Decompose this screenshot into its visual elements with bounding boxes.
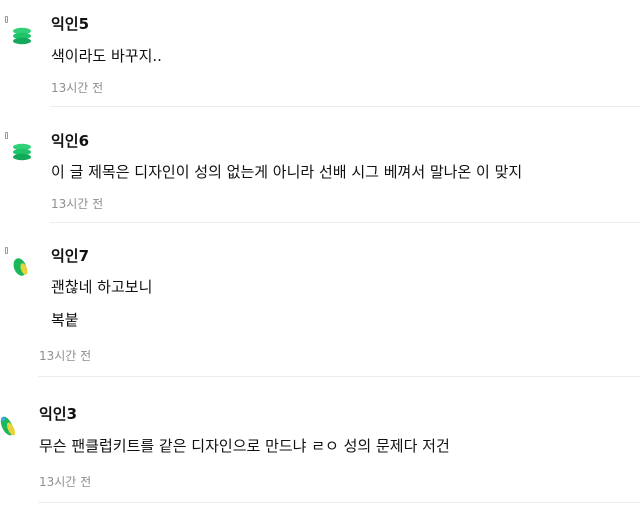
comment-author[interactable]: 익인5 [51,13,89,34]
green-stack-icon[interactable] [10,26,34,50]
green-stack-icon[interactable] [10,142,34,166]
comment-divider [50,222,640,223]
comment-divider [38,502,640,503]
reply-marker-icon [5,247,8,254]
comment-text: 복붙 [51,311,79,329]
comment-time: 13시간 전 [51,197,104,211]
comment-author[interactable]: 익인6 [51,130,89,151]
comment-time: 13시간 전 [51,81,104,95]
comment-text: 이 글 제목은 디자인이 성의 없는게 아니라 선배 시그 베껴서 말나온 이 … [51,163,523,181]
comment-text: 색이라도 바꾸지.. [51,47,162,65]
comment-divider [38,376,640,377]
green-leaf-icon[interactable] [0,412,20,444]
comment-time: 13시간 전 [39,475,92,489]
comment-divider [50,106,640,107]
green-leaf-icon[interactable] [10,256,32,282]
reply-marker-icon [5,132,8,139]
reply-marker-icon [5,16,8,23]
comment-text: 괜찮네 하고보니 [51,278,153,296]
comment-time: 13시간 전 [39,349,92,363]
comment-text: 무슨 팬클럽키트를 같은 디자인으로 만드냐 ㄹㅇ 성의 문제다 저건 [39,437,450,455]
comment-author[interactable]: 익인7 [51,245,89,266]
comment-author[interactable]: 익인3 [39,403,77,424]
